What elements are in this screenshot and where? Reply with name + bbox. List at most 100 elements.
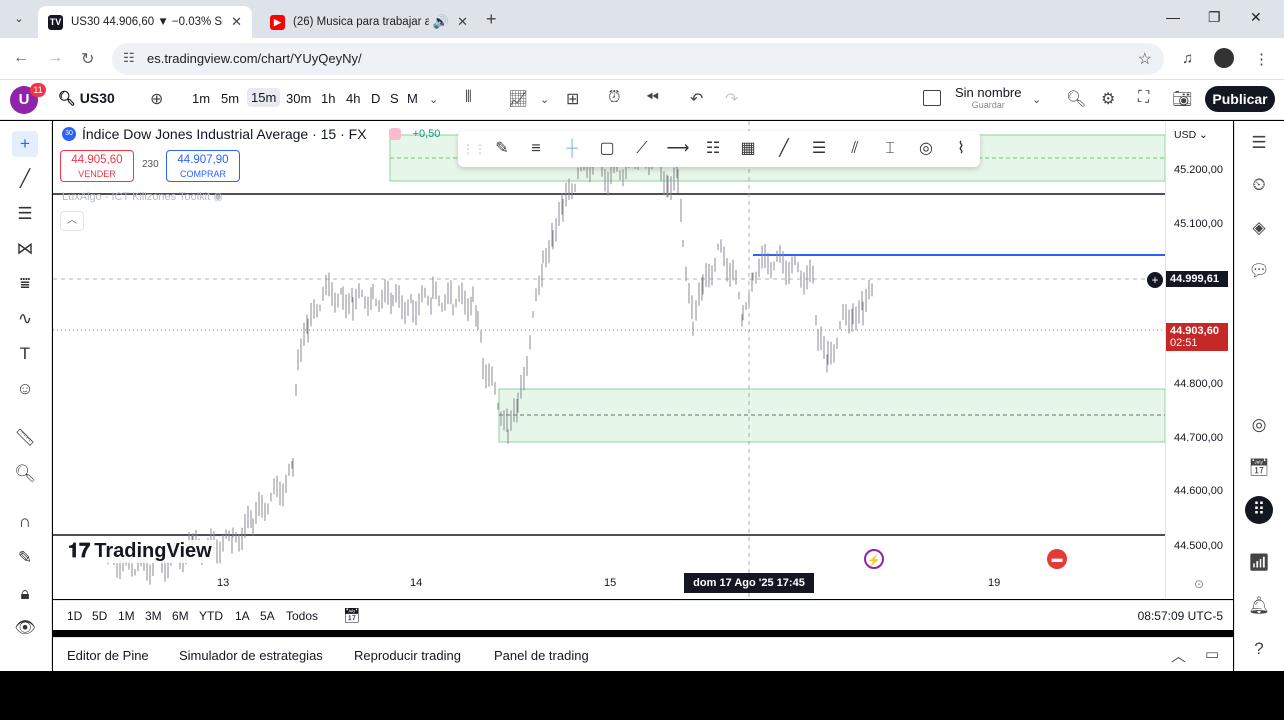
profile-avatar[interactable] <box>1214 48 1234 68</box>
close-tab-icon[interactable]: ✕ <box>231 14 242 30</box>
pattern-icon[interactable]: ⋈ <box>12 236 38 262</box>
interval-30m[interactable]: 30m <box>286 91 311 106</box>
browser-tab-tradingview[interactable]: TV US30 44.906,60 ▼ −0.03% Sin n ✕ <box>38 6 252 38</box>
new-tab-button[interactable]: + <box>486 9 497 30</box>
interval-s[interactable]: S <box>390 91 399 106</box>
range-all[interactable]: Todos <box>286 609 318 623</box>
expand-panel-icon[interactable]: ︿ <box>1171 645 1186 666</box>
interval-4h[interactable]: 4h <box>346 91 360 106</box>
pen-icon[interactable]: ✎ <box>490 137 514 161</box>
sell-button[interactable]: 44.905,60 VENDER <box>60 150 134 182</box>
forward-icon[interactable]: → <box>47 49 63 67</box>
signal-icon[interactable]: 📶︎ <box>1245 549 1273 577</box>
apps-grid-icon[interactable]: ⠿ <box>1245 496 1273 524</box>
price-range-icon[interactable]: ⌶ <box>878 137 902 161</box>
stay-drawing-icon[interactable]: ✎ <box>12 545 38 571</box>
replay-icon[interactable]: ⏪︎ <box>646 89 659 107</box>
redo-icon[interactable]: ↷ <box>725 89 738 109</box>
layout-icon[interactable] <box>923 90 941 106</box>
close-tab-icon[interactable]: ✕ <box>457 14 468 30</box>
tab-replay-trading[interactable]: Reproducir trading <box>354 648 461 663</box>
bar-style-icon[interactable]: ⫴ <box>465 89 472 107</box>
ruler-icon[interactable]: 📏︎ <box>12 425 38 451</box>
interval-1m[interactable]: 1m <box>192 91 210 106</box>
fullscreen-icon[interactable]: ⛶ <box>1138 89 1149 107</box>
text-icon[interactable]: T <box>12 341 38 367</box>
price-axis[interactable]: USD ⌄ 45.200,00 45.100,00 44.999,61 44.9… <box>1165 121 1233 599</box>
snapshot-camera-icon[interactable]: 📷︎ <box>1172 89 1192 109</box>
maximize-panel-icon[interactable]: ▭ <box>1205 645 1219 663</box>
tab-pine-editor[interactable]: Editor de Pine <box>67 648 149 663</box>
audio-icon[interactable]: 🔊 <box>433 14 449 30</box>
interval-5m[interactable]: 5m <box>221 91 239 106</box>
compare-symbol-icon[interactable]: ⊕ <box>150 89 163 109</box>
media-control-icon[interactable]: ♫ <box>1182 50 1193 67</box>
lock-icon[interactable]: 🔒︎ <box>12 581 38 607</box>
range-5d[interactable]: 5D <box>92 609 107 623</box>
ray-icon[interactable]: ⟋ <box>630 137 654 161</box>
watchlist-icon[interactable]: ☰ <box>1245 129 1273 157</box>
omnibox[interactable]: ☷ es.tradingview.com/chart/YUyQeyNy/ ☆ <box>112 43 1164 75</box>
emoji-icon[interactable]: ☺ <box>12 376 38 402</box>
rectangle-icon[interactable]: ▢ <box>595 137 619 161</box>
back-icon[interactable]: ← <box>13 49 29 67</box>
range-1d[interactable]: 1D <box>67 609 82 623</box>
indicator-visibility-icon[interactable]: ◉ <box>213 191 223 203</box>
symbol-search[interactable]: 🔍︎ US30 <box>58 90 115 107</box>
chart-pane[interactable] <box>53 121 1233 599</box>
undo-icon[interactable]: ↶ <box>690 89 703 109</box>
site-info-icon[interactable]: ☷ <box>123 50 135 66</box>
range-1m[interactable]: 1M <box>118 609 135 623</box>
horizontal-ray-icon[interactable]: ⟶ <box>666 137 690 161</box>
path-icon[interactable]: ⌇ <box>949 137 973 161</box>
buy-button[interactable]: 44.907,90 COMPRAR <box>166 150 240 182</box>
interval-15m[interactable]: 15m <box>247 88 281 107</box>
cross-line-icon[interactable]: ┼ <box>560 137 584 161</box>
collapse-legend-icon[interactable]: ︿ <box>60 211 84 231</box>
bookmark-star-icon[interactable]: ☆ <box>1138 49 1152 69</box>
clock-timezone[interactable]: 08:57:09 UTC-5 <box>1138 609 1223 623</box>
publish-button[interactable]: Publicar <box>1205 86 1275 112</box>
range-6m[interactable]: 6M <box>172 609 189 623</box>
zoom-icon[interactable]: 🔍︎ <box>12 461 38 487</box>
notifications-bell-icon[interactable]: 🔔︎ <box>1245 592 1273 620</box>
pitchfork-icon[interactable]: ⫽ <box>843 137 867 161</box>
magnet-icon[interactable]: ∩ <box>12 509 38 535</box>
restore-icon[interactable]: ❐ <box>1208 9 1221 26</box>
parallel-channel-icon[interactable]: ☰ <box>807 137 831 161</box>
minimize-icon[interactable]: — <box>1166 9 1180 25</box>
axis-settings-icon[interactable]: ⊙ <box>1194 577 1204 591</box>
indicator-label[interactable]: LuxAlgo - ICT Killzones Toolkit ◉ <box>62 190 223 203</box>
close-window-icon[interactable]: ✕ <box>1250 9 1262 26</box>
trend-line-icon[interactable]: ╱ <box>772 137 796 161</box>
quick-search-icon[interactable]: 🔍︎ <box>1066 89 1086 109</box>
browser-tab-youtube[interactable]: ▶ (26) Musica para trabajar ac 🔊 ✕ <box>260 6 478 38</box>
url-text[interactable]: es.tradingview.com/chart/YUyQeyNy/ <box>147 51 362 66</box>
trend-line-icon[interactable]: ╱ <box>12 166 38 192</box>
chrome-menu-icon[interactable]: ⋮ <box>1254 50 1269 68</box>
interval-m[interactable]: M <box>407 91 418 106</box>
tab-trading-panel[interactable]: Panel de trading <box>494 648 589 663</box>
templates-icon[interactable]: ⊞ <box>566 89 579 109</box>
circle-icon[interactable]: ◎ <box>914 137 938 161</box>
horizontal-lines-icon[interactable]: ☰ <box>12 201 38 227</box>
layers-icon[interactable]: ◈ <box>1245 214 1273 242</box>
interval-d[interactable]: D <box>371 91 380 106</box>
goto-date-icon[interactable]: 📅︎ <box>343 607 361 624</box>
settings-gear-icon[interactable]: ⚙ <box>1101 89 1115 109</box>
layout-name[interactable]: Sin nombre Guardar <box>955 86 1021 112</box>
alert-icon[interactable]: ⏰︎ <box>608 89 620 107</box>
range-3m[interactable]: 3M <box>145 609 162 623</box>
range-5a[interactable]: 5A <box>260 609 275 623</box>
reload-icon[interactable]: ↻ <box>81 49 94 69</box>
earnings-event-icon[interactable]: ⚡ <box>864 549 884 569</box>
range-1a[interactable]: 1A <box>235 609 250 623</box>
interval-1h[interactable]: 1h <box>321 91 335 106</box>
crosshair-icon[interactable]: + <box>12 131 38 157</box>
grid-icon[interactable]: ▦ <box>736 137 760 161</box>
help-icon[interactable]: ? <box>1245 635 1273 663</box>
add-alert-icon[interactable]: + <box>1147 272 1163 288</box>
target-icon[interactable]: ◎ <box>1245 411 1273 439</box>
lines-icon[interactable]: ≡ <box>524 137 548 161</box>
eye-icon[interactable]: 👁︎ <box>12 615 38 641</box>
